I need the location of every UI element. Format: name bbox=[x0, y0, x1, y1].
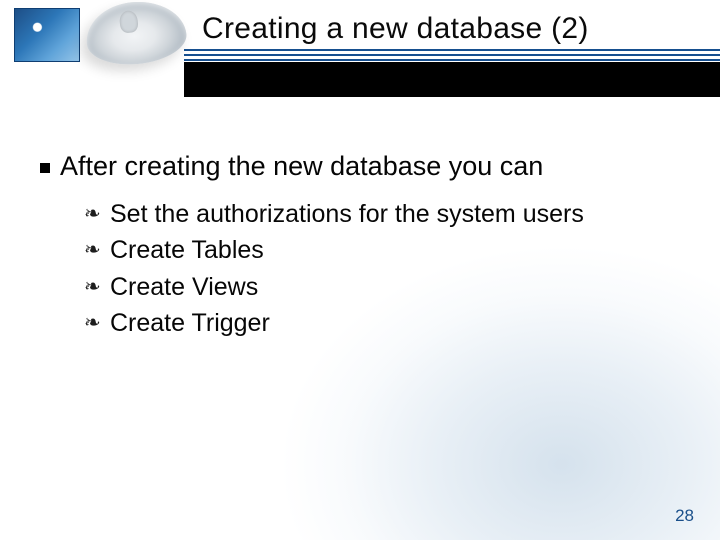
level1-bullet: After creating the new database you can bbox=[40, 150, 680, 184]
swash-bullet-icon: ❧ bbox=[84, 271, 110, 297]
list-item: ❧ Create Trigger bbox=[84, 307, 680, 340]
mouse-image bbox=[83, 0, 189, 69]
swash-bullet-icon: ❧ bbox=[84, 307, 110, 333]
page-number: 28 bbox=[675, 506, 694, 526]
slide: Creating a new database (2) After creati… bbox=[0, 0, 720, 540]
slide-title: Creating a new database (2) bbox=[202, 12, 589, 46]
list-item-text: Create Trigger bbox=[110, 307, 270, 340]
list-item: ❧ Set the authorizations for the system … bbox=[84, 198, 680, 231]
header-divider bbox=[184, 49, 720, 97]
header-black-bar bbox=[184, 62, 720, 97]
level2-list: ❧ Set the authorizations for the system … bbox=[84, 198, 680, 340]
slide-body: After creating the new database you can … bbox=[40, 150, 680, 344]
list-item-text: Set the authorizations for the system us… bbox=[110, 198, 584, 231]
level1-text: After creating the new database you can bbox=[60, 151, 543, 181]
list-item: ❧ Create Views bbox=[84, 271, 680, 304]
monitor-photo bbox=[14, 8, 80, 62]
swash-bullet-icon: ❧ bbox=[84, 198, 110, 224]
square-bullet-icon bbox=[40, 163, 50, 173]
list-item-text: Create Tables bbox=[110, 234, 264, 267]
slide-header: Creating a new database (2) bbox=[0, 0, 720, 102]
list-item: ❧ Create Tables bbox=[84, 234, 680, 267]
swash-bullet-icon: ❧ bbox=[84, 234, 110, 260]
list-item-text: Create Views bbox=[110, 271, 258, 304]
